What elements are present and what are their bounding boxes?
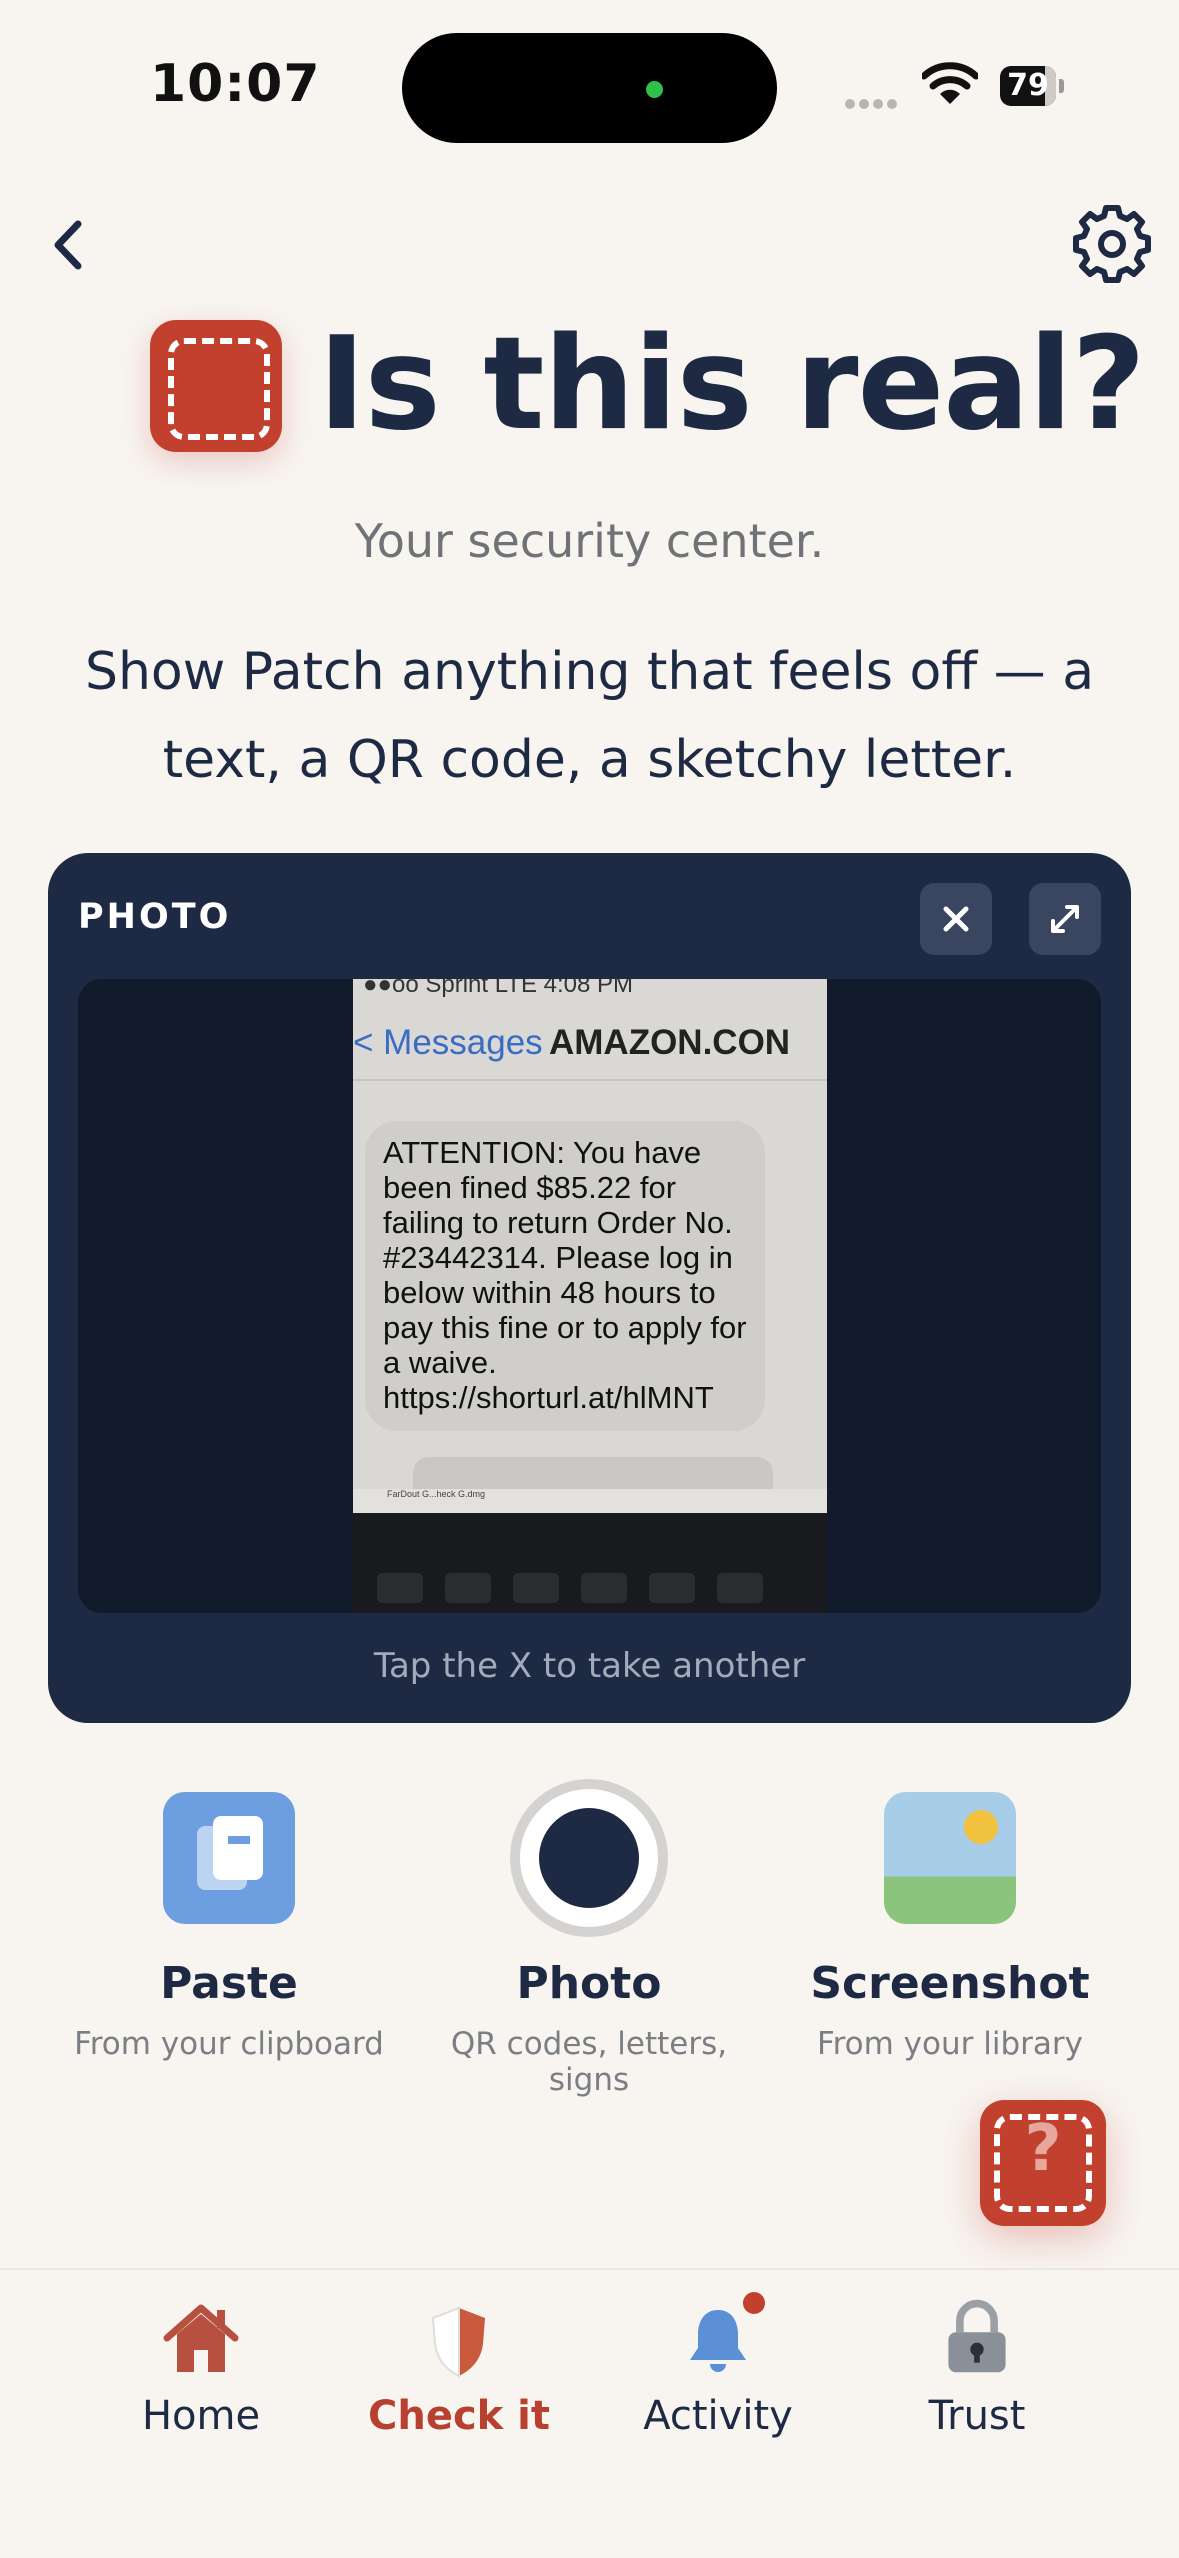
photo-keyboard bbox=[353, 1513, 827, 1613]
paste-subtitle: From your clipboard bbox=[74, 2026, 384, 2062]
page-subtitle: Your security center. bbox=[354, 514, 825, 568]
photo-sender: AMAZON.CON bbox=[549, 1023, 791, 1062]
activity-notification-badge bbox=[743, 2292, 765, 2314]
screenshot-button[interactable] bbox=[884, 1792, 1016, 1924]
house-icon[interactable] bbox=[161, 2300, 241, 2380]
page-title: Is this real? bbox=[318, 310, 1146, 459]
back-chevron-icon[interactable] bbox=[40, 210, 100, 280]
close-photo-button[interactable] bbox=[920, 883, 992, 955]
image-icon bbox=[964, 1810, 998, 1844]
question-icon: ? bbox=[1024, 2112, 1062, 2186]
close-icon bbox=[943, 906, 969, 932]
photo-title[interactable]: Photo bbox=[439, 1958, 739, 2009]
screenshot-subtitle: From your library bbox=[817, 2026, 1083, 2062]
photo-subtitle: QR codes, letters, signs bbox=[450, 2026, 728, 2098]
status-time: 10:07 bbox=[150, 54, 321, 114]
photo-hint: Tap the X to take another bbox=[373, 1646, 806, 1686]
screenshot-title[interactable]: Screenshot bbox=[800, 1958, 1100, 2009]
photo-messages-back: < Messages bbox=[353, 1023, 543, 1062]
photo-status-text: ●●oo Sprint LTE 4:08 PM bbox=[363, 979, 633, 998]
cellular-signal-icon bbox=[845, 94, 901, 113]
wifi-icon bbox=[922, 62, 978, 104]
tab-home[interactable]: Home bbox=[71, 2393, 331, 2439]
tab-trust[interactable]: Trust bbox=[847, 2393, 1107, 2439]
padlock-icon[interactable] bbox=[937, 2296, 1017, 2376]
tab-activity[interactable]: Activity bbox=[588, 2393, 848, 2439]
expand-icon bbox=[1051, 905, 1079, 933]
expand-photo-button[interactable] bbox=[1029, 883, 1101, 955]
photo-preview: ●●oo Sprint LTE 4:08 PM < Messages AMAZO… bbox=[78, 979, 1101, 1613]
dynamic-island bbox=[402, 33, 777, 143]
camera-indicator-icon bbox=[646, 81, 663, 98]
tab-check-it[interactable]: Check it bbox=[329, 2393, 589, 2439]
settings-gear-icon[interactable] bbox=[1072, 204, 1152, 284]
shield-icon[interactable] bbox=[419, 2300, 499, 2380]
bell-icon[interactable] bbox=[678, 2300, 758, 2380]
page-description: Show Patch anything that feels off — a t… bbox=[84, 642, 1095, 790]
photo-shutter-button[interactable] bbox=[510, 1779, 668, 1937]
patch-logo bbox=[150, 320, 282, 452]
captured-photo: ●●oo Sprint LTE 4:08 PM < Messages AMAZO… bbox=[353, 979, 827, 1613]
photo-message-text: ATTENTION: You have been fined $85.22 fo… bbox=[383, 1135, 747, 1415]
photo-card-label: PHOTO bbox=[78, 897, 232, 937]
paste-button[interactable] bbox=[163, 1792, 295, 1924]
battery-indicator: 79 bbox=[1000, 66, 1064, 106]
shutter-icon bbox=[539, 1808, 639, 1908]
help-button[interactable]: ? bbox=[980, 2100, 1106, 2226]
photo-file-label: FarDout G...heck G.dmg bbox=[387, 1489, 486, 1499]
paste-title[interactable]: Paste bbox=[79, 1958, 379, 2009]
